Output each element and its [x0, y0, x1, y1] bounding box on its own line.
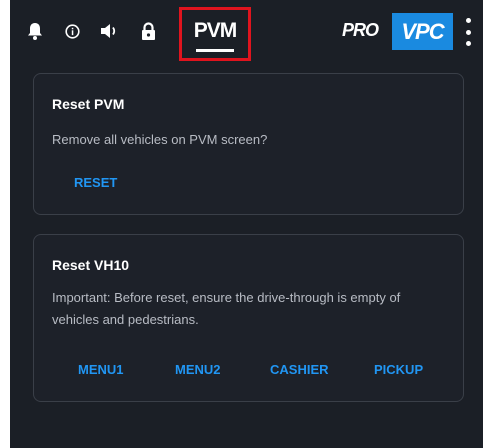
reset-pvm-button[interactable]: RESET [74, 175, 117, 190]
reset-vh10-title: Reset VH10 [52, 257, 130, 273]
reset-pvm-description: Remove all vehicles on PVM screen? [52, 132, 268, 147]
cashier-button[interactable]: CASHIER [270, 362, 329, 377]
top-toolbar: PVM PRO VPC [10, 0, 483, 62]
reset-vh10-description: Important: Before reset, ensure the driv… [52, 290, 401, 327]
info-icon[interactable] [61, 20, 83, 42]
reset-pvm-card: Reset PVM Remove all vehicles on PVM scr… [33, 73, 464, 215]
bell-icon[interactable] [24, 20, 46, 42]
pvm-tab-label: PVM [193, 19, 238, 42]
pro-logo[interactable]: PRO [342, 20, 379, 41]
reset-pvm-title: Reset PVM [52, 96, 125, 112]
app-window: PVM PRO VPC Reset PVM Remove all vehicle… [10, 0, 483, 448]
active-tab-indicator [196, 49, 234, 52]
pickup-button[interactable]: PICKUP [374, 362, 423, 377]
vpc-button[interactable]: VPC [392, 13, 453, 50]
speaker-icon[interactable] [97, 20, 121, 42]
reset-vh10-card: Reset VH10 Important: Before reset, ensu… [33, 234, 464, 402]
menu2-button[interactable]: MENU2 [175, 362, 221, 377]
lock-icon[interactable] [137, 19, 159, 43]
more-menu-icon[interactable] [462, 18, 474, 46]
menu1-button[interactable]: MENU1 [78, 362, 124, 377]
tab-pvm[interactable]: PVM [179, 7, 251, 61]
